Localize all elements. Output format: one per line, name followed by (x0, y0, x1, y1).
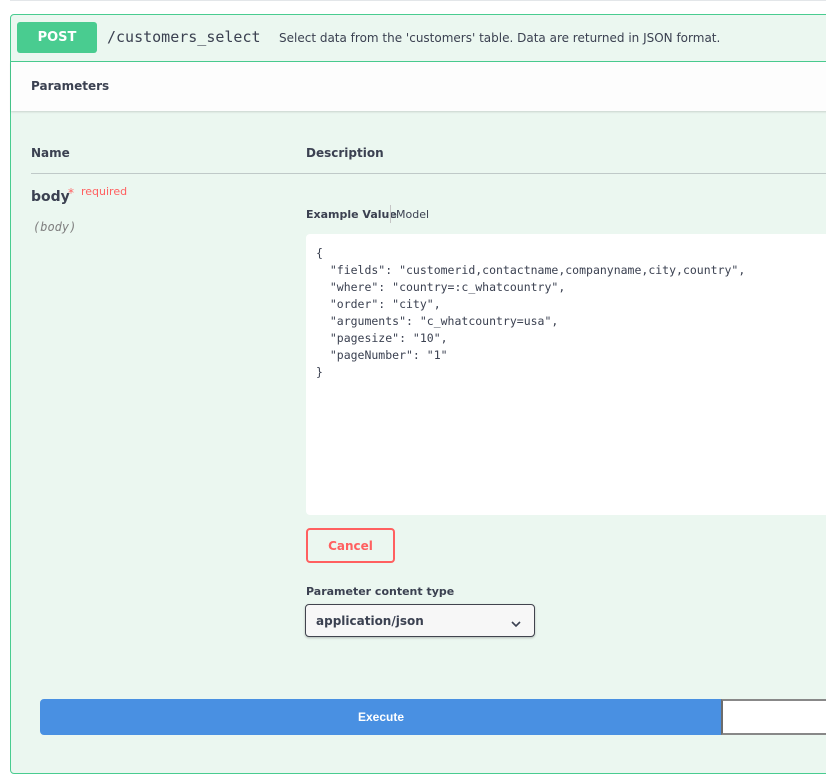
content-type-select[interactable]: application/json (305, 604, 535, 637)
top-divider (10, 0, 826, 1)
column-name-header: Name (31, 146, 70, 160)
param-location: (body) (33, 220, 77, 234)
endpoint-summary: Select data from the 'customers' table. … (279, 31, 721, 45)
param-name: body (31, 189, 70, 205)
column-description-header: Description (306, 146, 384, 160)
tab-divider (390, 205, 391, 223)
content-type-label: Parameter content type (306, 585, 455, 598)
opblock-summary[interactable]: POST /customers_select Select data from … (11, 15, 826, 62)
endpoint-path: /customers_select (107, 28, 261, 46)
cancel-button[interactable]: Cancel (306, 528, 395, 563)
execute-button[interactable]: Execute (40, 699, 722, 735)
tab-model[interactable]: Model (396, 208, 429, 221)
required-star: * (68, 186, 74, 200)
table-header-divider (31, 173, 826, 174)
example-value-code[interactable]: { "fields": "customerid,contactname,comp… (316, 245, 745, 381)
chevron-down-icon (510, 615, 522, 634)
required-label: required (81, 185, 128, 198)
tab-example-value[interactable]: Example Value (306, 208, 397, 221)
parameters-title: Parameters (31, 79, 110, 93)
parameters-header: Parameters (11, 62, 826, 111)
method-badge: POST (17, 22, 97, 53)
opblock-post: POST /customers_select Select data from … (10, 14, 826, 774)
content-type-value: application/json (316, 614, 424, 628)
clear-button[interactable] (721, 699, 826, 735)
example-value-editor[interactable]: { "fields": "customerid,contactname,comp… (306, 234, 826, 515)
